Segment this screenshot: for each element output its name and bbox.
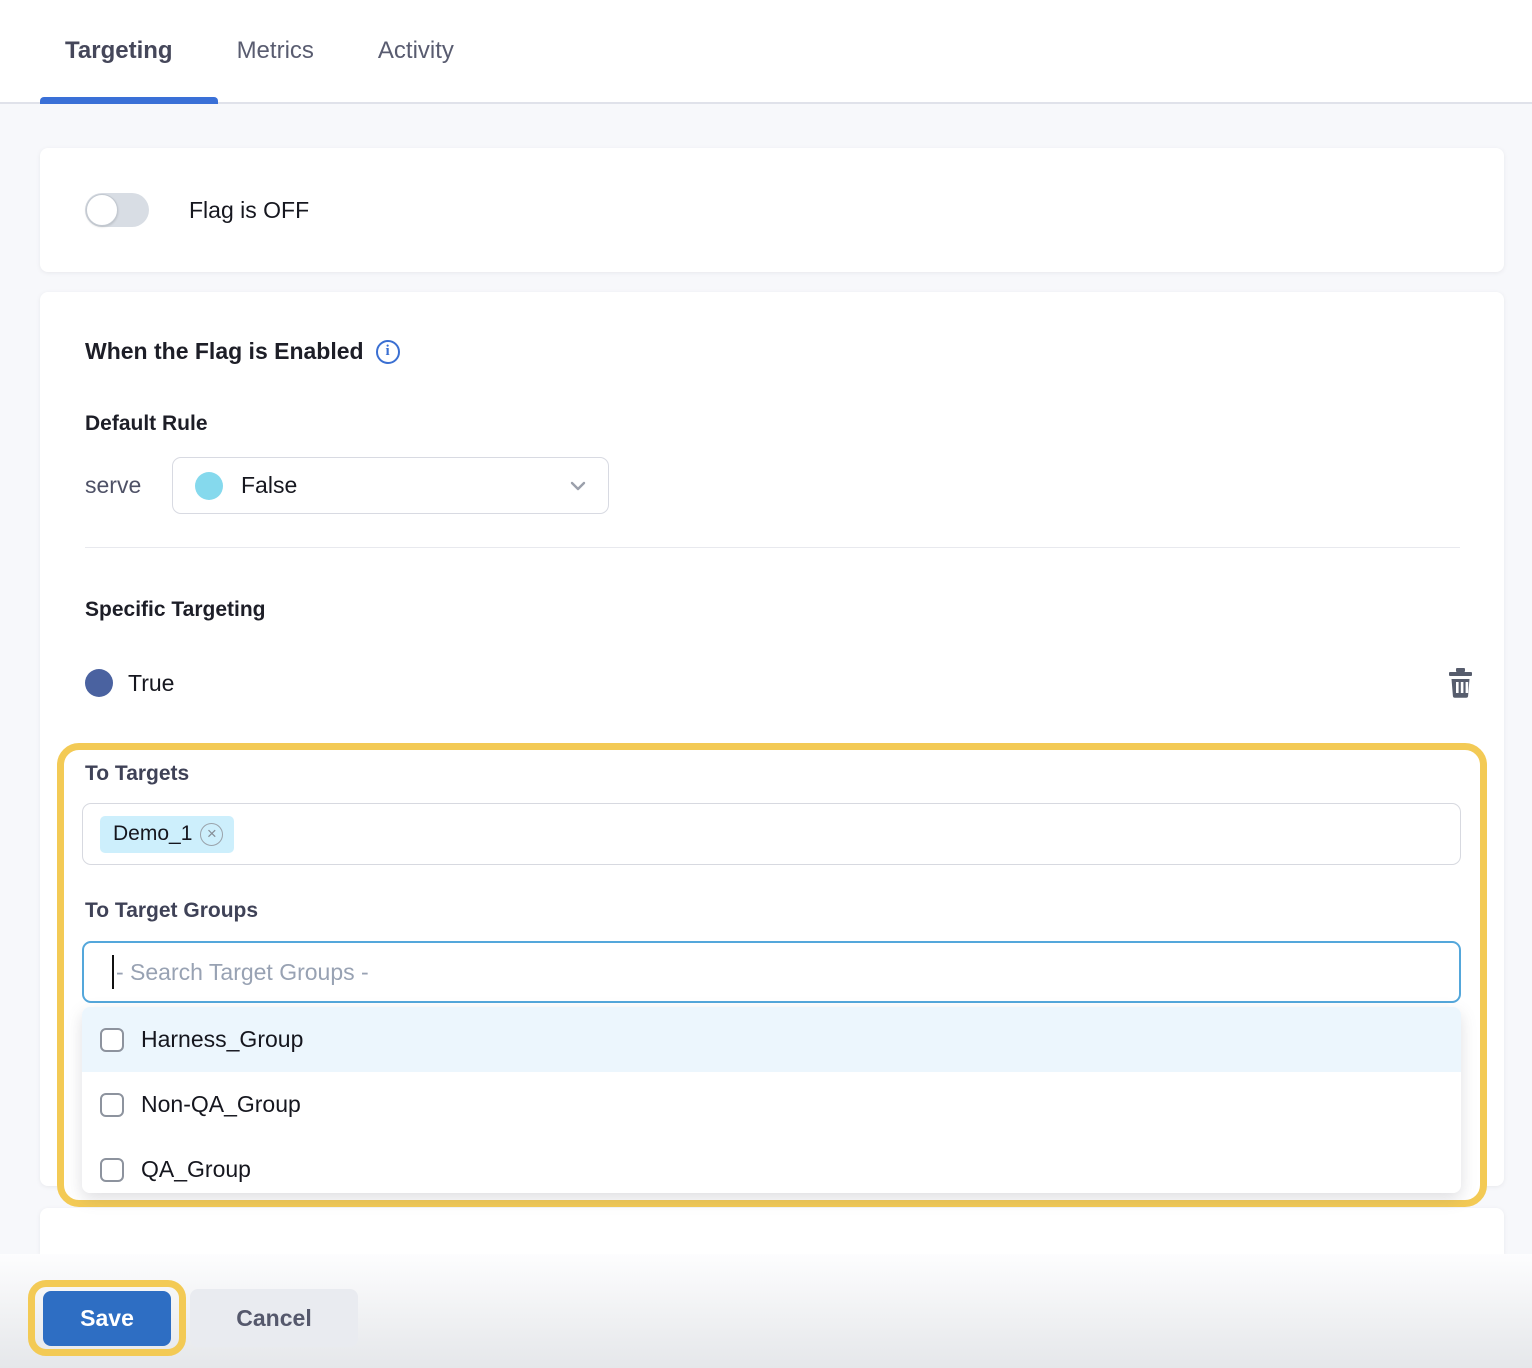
tab-list: Targeting Metrics Activity [0, 0, 1532, 102]
trash-icon [1447, 668, 1474, 698]
feature-flag-targeting-page: Targeting Metrics Activity Flag is OFF W… [0, 0, 1532, 1368]
to-target-groups-label: To Target Groups [85, 899, 258, 923]
default-variation-value: False [241, 472, 570, 499]
option-non-qa-group[interactable]: Non-QA_Group [82, 1072, 1461, 1137]
target-chip-label: Demo_1 [113, 822, 192, 846]
specific-targeting-title: Specific Targeting [85, 598, 265, 622]
target-groups-dropdown: Harness_Group Non-QA_Group QA_Group [82, 1007, 1461, 1193]
cancel-button[interactable]: Cancel [190, 1289, 358, 1347]
tab-bar: Targeting Metrics Activity [0, 0, 1532, 104]
flag-state-card: Flag is OFF [40, 148, 1504, 272]
default-rule-title: Default Rule [85, 412, 208, 436]
checkbox-harness-group[interactable] [100, 1028, 124, 1052]
flag-toggle-row: Flag is OFF [85, 148, 309, 272]
save-highlight-annotation: Save [28, 1280, 186, 1356]
option-label: QA_Group [141, 1156, 251, 1183]
true-variation-row: True [85, 668, 1474, 698]
highlight-annotation-box: To Targets Demo_1 × To Target Groups - S… [57, 743, 1487, 1207]
search-placeholder: - Search Target Groups - [116, 959, 369, 986]
tab-targeting[interactable]: Targeting [40, 0, 198, 102]
rules-heading: When the Flag is Enabled [85, 338, 364, 365]
checkbox-qa-group[interactable] [100, 1158, 124, 1182]
save-button[interactable]: Save [43, 1291, 171, 1346]
rules-heading-row: When the Flag is Enabled i [85, 338, 400, 365]
true-variation-label: True [128, 670, 174, 697]
section-divider [85, 547, 1460, 548]
true-variation-dot [85, 669, 113, 697]
active-tab-indicator [40, 97, 218, 104]
serve-label: serve [85, 472, 172, 499]
info-icon[interactable]: i [376, 340, 400, 364]
targets-input[interactable]: Demo_1 × [82, 803, 1461, 865]
chevron-down-icon [570, 481, 586, 491]
to-targets-label: To Targets [85, 762, 189, 786]
option-harness-group[interactable]: Harness_Group [82, 1007, 1461, 1072]
default-rule-serve-row: serve False [85, 457, 609, 514]
tab-activity[interactable]: Activity [353, 0, 479, 102]
remove-target-icon[interactable]: × [200, 823, 223, 846]
flag-state-label: Flag is OFF [189, 197, 309, 224]
target-chip: Demo_1 × [100, 816, 234, 853]
option-label: Non-QA_Group [141, 1091, 301, 1118]
false-variation-dot [195, 472, 223, 500]
text-caret [112, 955, 114, 989]
flag-toggle-knob [86, 194, 118, 226]
flag-toggle[interactable] [85, 193, 149, 227]
delete-rule-button[interactable] [1447, 668, 1474, 698]
tab-metrics[interactable]: Metrics [212, 0, 339, 102]
checkbox-non-qa-group[interactable] [100, 1093, 124, 1117]
option-label: Harness_Group [141, 1026, 303, 1053]
default-variation-select[interactable]: False [172, 457, 609, 514]
next-section-card [40, 1208, 1504, 1254]
option-qa-group[interactable]: QA_Group [82, 1137, 1461, 1193]
target-groups-search-input[interactable]: - Search Target Groups - [82, 941, 1461, 1003]
